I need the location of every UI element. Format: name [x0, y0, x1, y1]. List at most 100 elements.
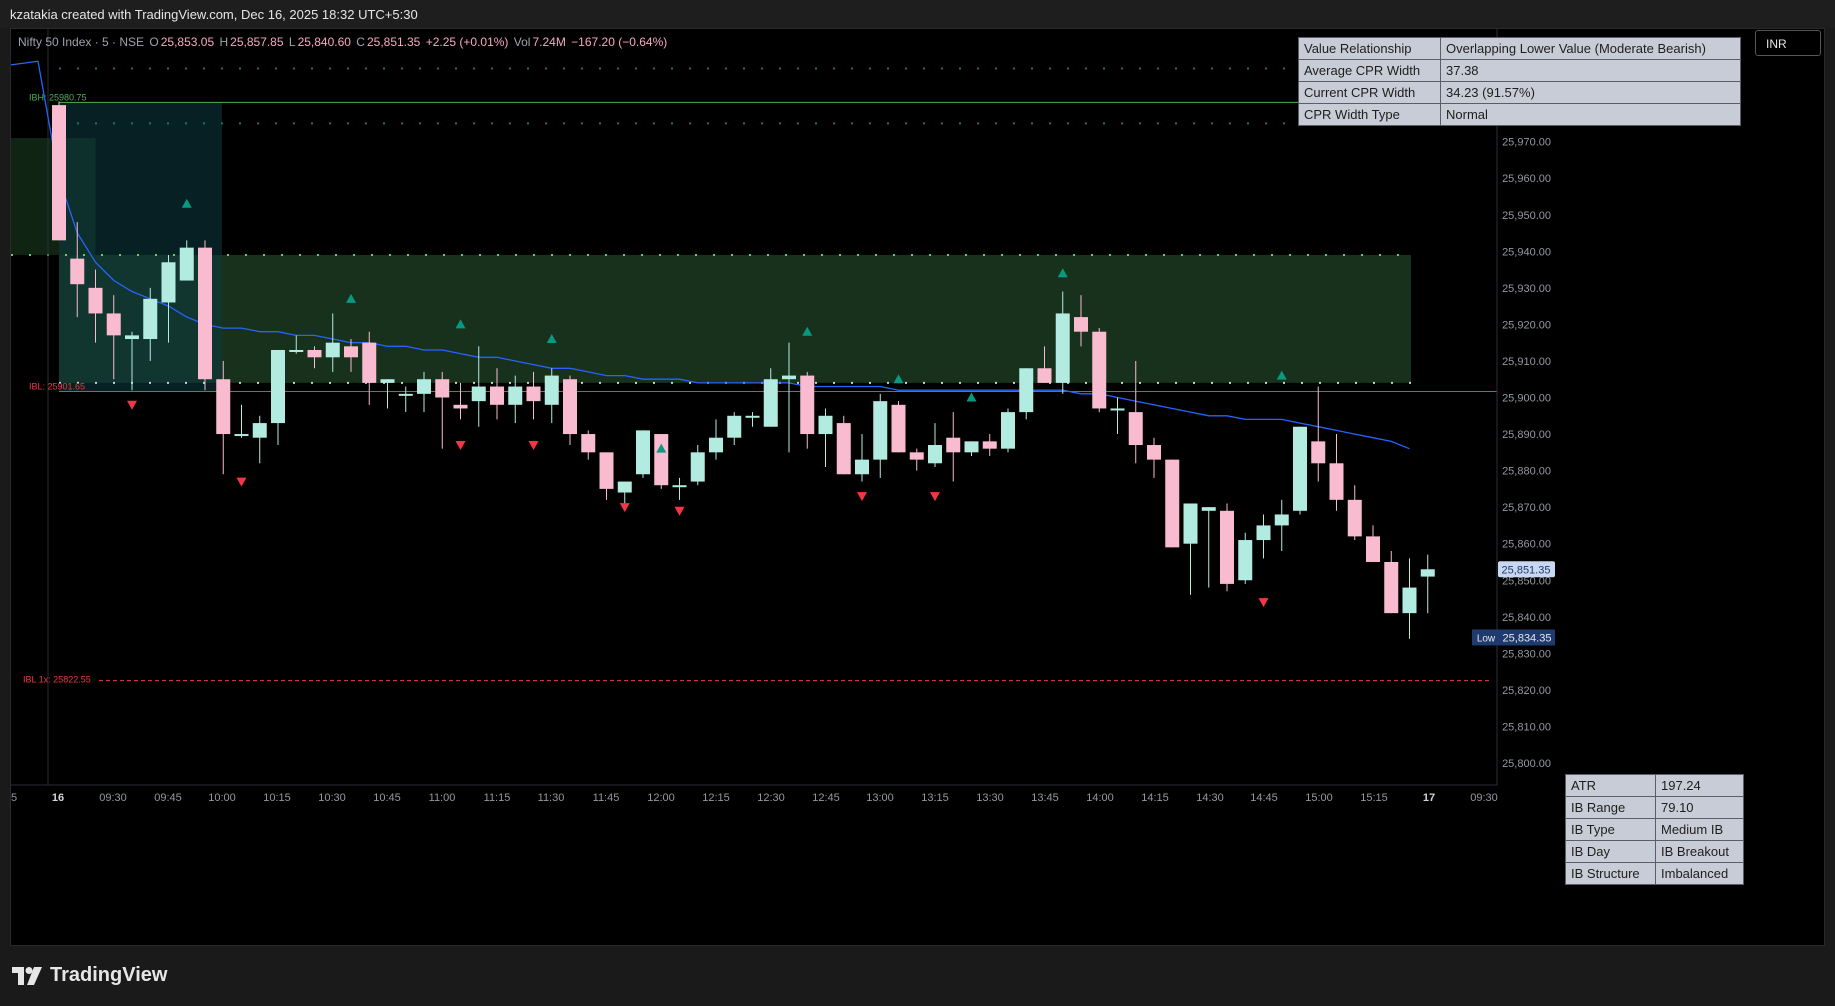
candle-body	[672, 485, 687, 488]
sell-signal-triangle	[674, 506, 685, 516]
candle-body	[1384, 561, 1399, 614]
table-cell: Normal	[1440, 103, 1741, 126]
tradingview-logo[interactable]: TradingView	[12, 964, 167, 987]
candle-body	[179, 247, 194, 281]
candle-body	[982, 441, 997, 449]
candle-body	[873, 401, 888, 460]
sell-signal-triangle	[127, 400, 137, 410]
candle-body	[1420, 569, 1435, 577]
time-tick-label: 14:15	[1141, 792, 1169, 804]
sell-signal-triangle	[236, 477, 247, 487]
time-tick-label: 11:45	[593, 792, 620, 804]
candle-body	[88, 287, 103, 314]
table-cell: 34.23 (91.57%)	[1440, 81, 1741, 104]
time-tick-label: 12:30	[757, 792, 785, 804]
table-cell: IB Structure	[1565, 862, 1656, 885]
low-tag-value: 25,834.35	[1503, 632, 1552, 644]
candle-body	[471, 386, 486, 402]
price-tick-label: 25,910.00	[1502, 356, 1551, 368]
ohlc-legend: Nifty 50 Index · 5 · NSE O 25,853.05 H 25,…	[18, 35, 669, 49]
price-tick-label: 25,830.00	[1502, 648, 1551, 660]
table-cell: Imbalanced	[1655, 862, 1744, 885]
candle-body	[490, 386, 504, 405]
time-tick-label: 15:15	[1360, 792, 1388, 804]
candle-body	[654, 434, 669, 486]
low-tag-label: Low	[1477, 633, 1496, 644]
candle-body	[398, 393, 413, 396]
low-value: 25,840.60	[297, 35, 351, 49]
candle-body	[1311, 441, 1326, 464]
tradingview-logo-icon	[12, 966, 42, 985]
time-tick-label: 10:30	[318, 792, 346, 804]
table-row: CPR Width Type Normal	[1298, 103, 1741, 126]
tradingview-logo-text: TradingView	[50, 964, 168, 986]
price-tick-label: 25,890.00	[1502, 429, 1551, 441]
time-tick-label: 09:30	[1470, 792, 1498, 804]
table-cell: IB Range	[1565, 796, 1656, 819]
candle-body	[70, 258, 85, 285]
price-tick-label: 25,970.00	[1502, 137, 1551, 149]
candle-body	[1055, 313, 1070, 383]
ibl-label: IBL: 25901.65	[29, 381, 85, 391]
time-tick-label: 09:45	[154, 792, 182, 804]
price-tick-label: 25,940.00	[1502, 246, 1551, 258]
candle-body	[964, 441, 979, 453]
candle-body	[763, 379, 778, 427]
high-value: 25,857.85	[230, 35, 284, 49]
candle-body	[1238, 540, 1253, 581]
candle-body	[216, 379, 231, 435]
table-row: Value Relationship Overlapping Lower Valu…	[1298, 37, 1741, 60]
candle-body	[581, 434, 596, 453]
table-row: Average CPR Width 37.38	[1298, 59, 1741, 82]
price-tick-label: 25,920.00	[1502, 319, 1551, 331]
time-tick-label: 13:30	[976, 792, 1004, 804]
table-cell: IB Day	[1565, 840, 1656, 863]
ibh-label: IBH: 25980.75	[29, 92, 87, 102]
time-tick-label: 11:15	[484, 792, 511, 804]
price-tick-label: 25,810.00	[1502, 721, 1551, 733]
sell-signal-triangle	[528, 441, 539, 451]
candle-body	[234, 434, 249, 437]
candle-body	[435, 379, 450, 398]
table-cell: Overlapping Lower Value (Moderate Bearis…	[1440, 37, 1741, 60]
last-price-value: 25,851.35	[1502, 564, 1551, 576]
candle-body	[1347, 499, 1362, 537]
candle-body	[928, 445, 942, 464]
sell-signal-triangle	[930, 492, 940, 502]
table-cell: Current CPR Width	[1298, 81, 1441, 104]
cpr-info-table: Value Relationship Overlapping Lower Valu…	[1298, 37, 1741, 126]
change-value: +2.25 (+0.01%)	[425, 35, 509, 49]
price-tick-label: 25,800.00	[1502, 758, 1551, 770]
candle-body	[453, 404, 468, 409]
candle-body	[307, 349, 322, 358]
footer-bar	[0, 948, 1835, 1006]
table-row: IB Day IB Breakout	[1565, 840, 1744, 863]
table-cell: 79.10	[1655, 796, 1744, 819]
candle-body	[325, 342, 340, 358]
time-tick-label: 09:30	[99, 792, 127, 804]
candle-body	[1074, 317, 1088, 332]
price-tick-label: 25,880.00	[1502, 466, 1551, 478]
price-chart[interactable]: IBH: 25980.75 IBL: 25901.65 IBL 1x: 25822.…	[0, 0, 1835, 1006]
candle-body	[1092, 331, 1107, 409]
time-tick-label: 15:00	[1305, 792, 1333, 804]
candle-body	[599, 452, 614, 489]
candle-body	[143, 298, 158, 340]
candle-body	[727, 415, 742, 438]
currency-button[interactable]: INR	[1755, 30, 1821, 56]
price-tick-label: 25,960.00	[1502, 173, 1551, 185]
table-row: ATR 197.24	[1565, 774, 1744, 797]
symbol-label[interactable]: Nifty 50 Index · 5 · NSE	[18, 35, 144, 49]
candle-body	[836, 423, 851, 475]
candle-body	[1274, 514, 1289, 526]
price-tick-label: 25,820.00	[1502, 685, 1551, 697]
candle-body	[745, 415, 760, 418]
candle-body	[1293, 426, 1307, 511]
candle-body	[289, 349, 304, 352]
candle-body	[690, 452, 705, 482]
candle-body	[52, 105, 66, 241]
candle-body	[709, 437, 723, 453]
table-cell: CPR Width Type	[1298, 103, 1441, 126]
close-label: C	[356, 35, 365, 49]
candle-body	[909, 452, 924, 460]
